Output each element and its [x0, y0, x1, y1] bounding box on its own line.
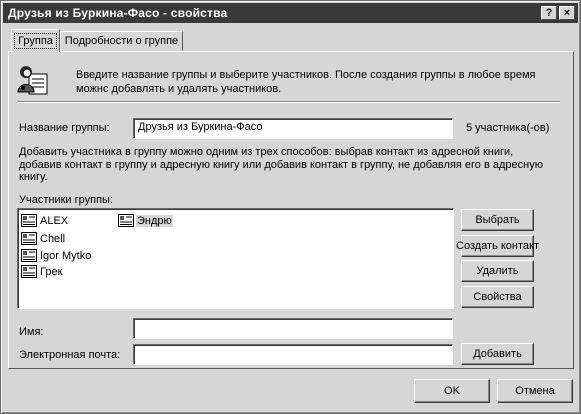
instructions-line-2: добавив контакт в группу и адресную книг… [19, 158, 543, 171]
group-name-label: Название группы: [19, 122, 110, 134]
instructions-line-1: Добавить участника в группу можно одним … [19, 146, 514, 158]
group-people-icon [17, 66, 48, 95]
member-name: Эндрю [136, 214, 173, 227]
list-item[interactable]: Грек [21, 264, 63, 279]
member-name: Грек [40, 265, 63, 278]
separator [17, 101, 560, 103]
properties-button[interactable]: Свойства [461, 286, 534, 308]
add-button[interactable]: Добавить [461, 343, 534, 365]
cancel-button[interactable]: Отмена [497, 379, 573, 403]
window-title: Друзья из Буркина-Фасо - свойства [8, 6, 228, 20]
help-button[interactable]: ? [541, 6, 557, 20]
list-item[interactable]: Chell [21, 231, 66, 246]
title-bar: Друзья из Буркина-Фасо - свойства ? × [3, 3, 578, 23]
list-item[interactable]: Igor Mytko [21, 248, 92, 263]
member-name: Igor Mytko [40, 249, 92, 262]
contact-card-icon [21, 214, 37, 227]
member-count: 5 участника(-ов) [466, 122, 550, 134]
tab-group-label: Группа [14, 33, 57, 49]
contact-card-icon [21, 249, 37, 262]
select-button[interactable]: Выбрать [461, 209, 534, 231]
contact-card-icon [21, 232, 37, 245]
intro-line-2: можнс добавлять и удалять участников. [76, 83, 282, 95]
close-button[interactable]: × [559, 6, 575, 20]
tab-group-details-label: Подробности о группе [64, 35, 179, 47]
instructions-line-3: книгу. [19, 171, 48, 183]
name-input[interactable] [133, 318, 453, 339]
members-label: Участники группы: [19, 194, 113, 206]
member-name: ALEX [40, 214, 69, 227]
delete-button[interactable]: Удалить [461, 260, 534, 282]
contact-card-icon [21, 265, 37, 278]
tab-group-details[interactable]: Подробности о группе [60, 31, 183, 51]
intro-text: Введите название группы и выберите участ… [76, 68, 556, 96]
list-item[interactable]: Эндрю [118, 213, 173, 228]
intro-line-1: Введите название группы и выберите участ… [76, 69, 536, 81]
add-instructions: Добавить участника в группу можно одним … [19, 146, 559, 184]
members-list[interactable]: ALEX Chell Igor Mytko Грек Эндрю [17, 208, 454, 309]
create-contact-button[interactable]: Создать контакт [456, 235, 539, 257]
email-input[interactable] [133, 344, 453, 365]
list-item[interactable]: ALEX [21, 213, 69, 228]
contact-card-icon [118, 214, 134, 227]
group-name-input[interactable]: Друзья из Буркина-Фасо [133, 118, 453, 139]
tab-group[interactable]: Группа [11, 29, 60, 52]
name-label: Имя: [19, 326, 44, 338]
ok-button[interactable]: OK [414, 379, 490, 403]
email-label: Электронная почта: [19, 349, 121, 361]
member-name: Chell [40, 232, 66, 245]
